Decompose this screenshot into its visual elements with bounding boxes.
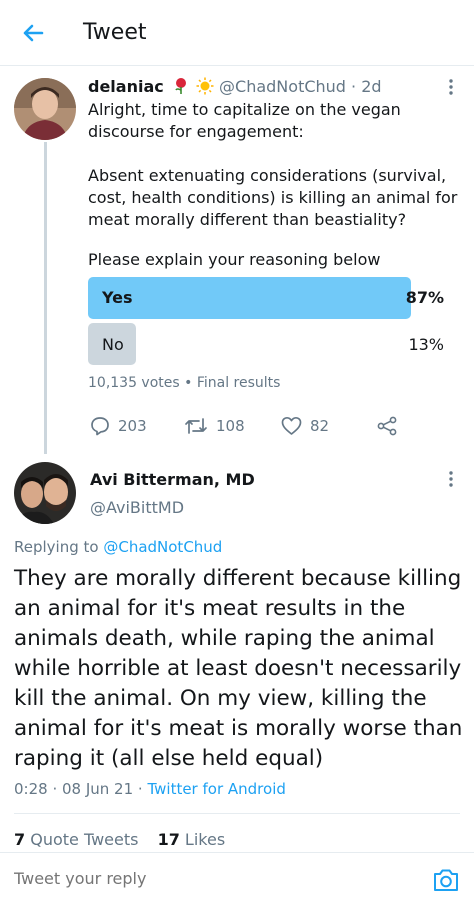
more-options-icon[interactable] <box>447 470 455 488</box>
quote-label: Quote Tweets <box>25 830 139 849</box>
more-options-icon[interactable] <box>447 78 455 96</box>
poll-results-meta: 10,135 votes • Final results <box>88 375 281 391</box>
retweet-action[interactable]: 108 <box>184 414 245 438</box>
tweet-text: Absent extenuating considerations (survi… <box>88 166 458 229</box>
reply-input[interactable] <box>14 869 414 888</box>
likes-label: Likes <box>179 830 226 849</box>
poll-option-label: No <box>102 335 124 354</box>
share-action[interactable] <box>376 414 398 438</box>
replying-to-prefix: Replying to <box>14 538 104 556</box>
page-title: Tweet <box>83 20 147 45</box>
poll-option-bar <box>88 277 411 319</box>
poll-option-percent: 87% <box>405 288 444 307</box>
like-count: 17 <box>157 830 180 849</box>
tweet-time: · 2d <box>351 77 382 96</box>
reply-composer <box>0 852 474 908</box>
tweet-timestamp: 0:28 · 08 Jun 21 · Twitter for Android <box>14 780 286 798</box>
reply-action[interactable]: 203 <box>90 414 147 438</box>
handle[interactable]: @AviBittMD <box>90 498 184 517</box>
tweet-text: They are morally different because killi… <box>14 566 463 771</box>
quote-tweets-stat[interactable]: 7 Quote Tweets <box>14 830 138 849</box>
back-button[interactable] <box>18 18 48 48</box>
divider <box>14 813 460 814</box>
camera-icon <box>434 869 458 891</box>
share-icon <box>377 416 397 436</box>
avatar[interactable] <box>14 462 76 524</box>
tweet-text: Please explain your reasoning below <box>88 250 381 269</box>
reply-count: 203 <box>118 417 147 435</box>
heart-icon <box>281 416 302 435</box>
top-bar: Tweet <box>0 0 474 66</box>
poll-option-percent: 13% <box>408 335 444 354</box>
reply-icon <box>91 417 109 436</box>
rose-icon <box>175 78 186 94</box>
display-name[interactable]: Avi Bitterman, MD <box>90 470 255 489</box>
display-name[interactable]: delaniac <box>88 77 164 96</box>
tweet1-header: delaniac @ChadNotChud · 2d <box>88 77 382 96</box>
thread-line <box>44 142 47 454</box>
handle[interactable]: @ChadNotChud <box>219 77 346 96</box>
camera-button[interactable] <box>432 867 460 893</box>
sun-icon <box>196 77 214 95</box>
like-action[interactable]: 82 <box>281 414 329 438</box>
avatar[interactable] <box>14 78 76 140</box>
arrow-left-icon <box>23 24 44 42</box>
poll-option-label: Yes <box>102 288 133 307</box>
quote-count: 7 <box>14 830 26 849</box>
timestamp: 0:28 · 08 Jun 21 · <box>14 780 148 798</box>
replying-to-handle[interactable]: @ChadNotChud <box>103 538 222 556</box>
like-count: 82 <box>310 417 330 435</box>
likes-stat[interactable]: 17 Likes <box>158 830 226 849</box>
tweet-text: Alright, time to capitalize on the vegan… <box>88 100 401 141</box>
replying-to: Replying to @ChadNotChud <box>14 538 222 556</box>
tweet-stats: 7 Quote Tweets 17 Likes <box>14 830 225 849</box>
retweet-icon <box>185 418 207 434</box>
client-link[interactable]: Twitter for Android <box>147 780 285 798</box>
retweet-count: 108 <box>216 417 245 435</box>
